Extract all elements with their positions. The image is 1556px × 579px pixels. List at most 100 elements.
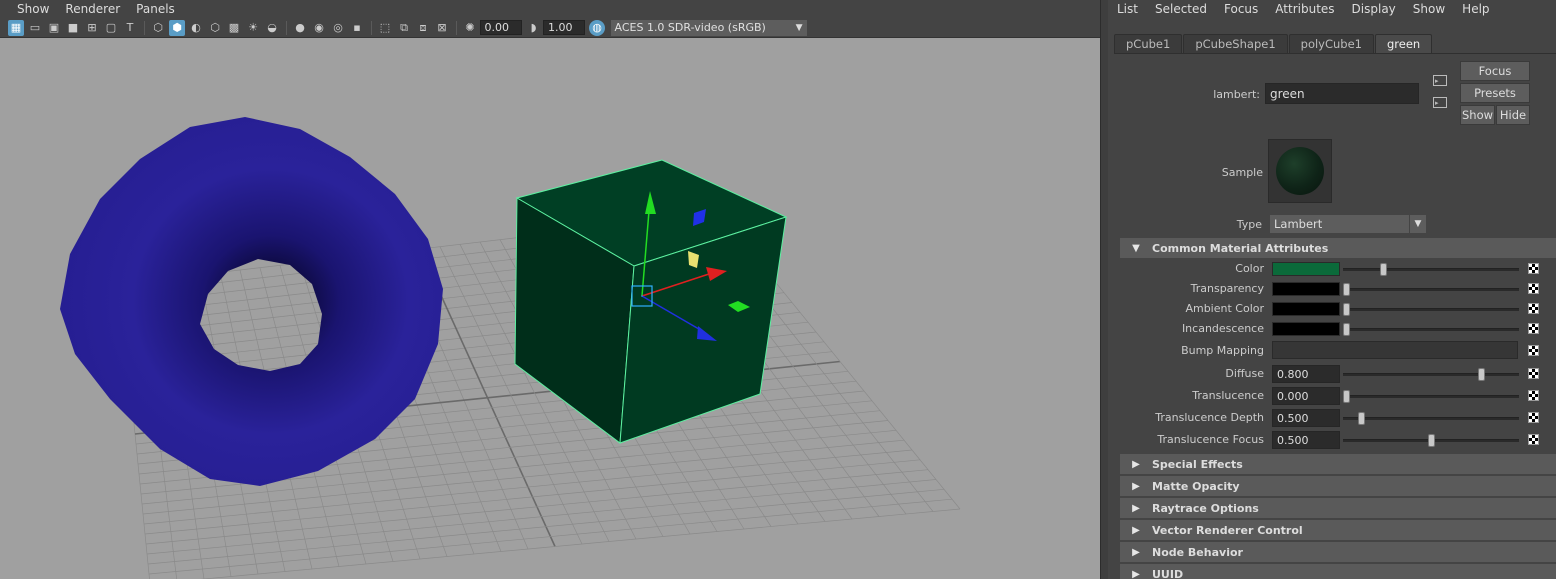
tab-green[interactable]: green: [1375, 34, 1433, 53]
map-texture-button[interactable]: [1528, 368, 1539, 379]
gamma-field[interactable]: 1.00: [543, 20, 585, 35]
slider-handle[interactable]: [1380, 263, 1388, 276]
slider-track[interactable]: [1343, 288, 1519, 291]
map-texture-button[interactable]: [1528, 345, 1539, 356]
depth-of-field-icon[interactable]: ▪: [349, 20, 365, 36]
resolution-gate-icon[interactable]: ▣: [46, 20, 62, 36]
map-texture-button[interactable]: [1528, 434, 1539, 445]
section-node-behavior[interactable]: ▶ Node Behavior: [1120, 542, 1556, 562]
toolbar-separator: [285, 20, 287, 35]
tab-pcube1[interactable]: pCube1: [1114, 34, 1183, 53]
show-button[interactable]: Show: [1460, 105, 1495, 125]
field-chart-icon[interactable]: ⊞: [84, 20, 100, 36]
3d-viewport-scene[interactable]: [0, 39, 1100, 579]
bump-map-field[interactable]: [1272, 341, 1518, 359]
tab-polycube1[interactable]: polyCube1: [1288, 34, 1374, 53]
ambient-occlusion-icon[interactable]: ●: [292, 20, 308, 36]
slider-handle[interactable]: [1427, 434, 1435, 447]
attr-row-transparency: Transparency: [1120, 279, 1556, 299]
color-swatch[interactable]: [1272, 282, 1340, 296]
material-type-dropdown[interactable]: Lambert ▼: [1270, 215, 1426, 233]
tab-pcubeshape1[interactable]: pCubeShape1: [1183, 34, 1288, 53]
smooth-shade-icon[interactable]: ⬢: [169, 19, 185, 36]
view-transform-dropdown[interactable]: ACES 1.0 SDR-video (sRGB) ▼: [610, 19, 807, 36]
wireframe-on-shaded-icon[interactable]: ⬡: [207, 20, 223, 36]
grid-icon[interactable]: ▦: [8, 19, 24, 36]
shadows-icon[interactable]: ◒: [264, 20, 280, 36]
map-texture-button[interactable]: [1528, 283, 1539, 294]
slider-handle[interactable]: [1343, 283, 1350, 296]
slider-track[interactable]: [1343, 373, 1519, 376]
section-raytrace-options[interactable]: ▶ Raytrace Options: [1120, 498, 1556, 518]
attr-label: Translucence Depth: [1155, 411, 1264, 424]
menu-show[interactable]: Show: [17, 2, 49, 16]
color-swatch[interactable]: [1272, 262, 1340, 276]
menu-focus[interactable]: Focus: [1224, 2, 1258, 16]
panel-splitter[interactable]: [1100, 0, 1108, 579]
value-field[interactable]: 0.800: [1272, 365, 1340, 383]
menu-help[interactable]: Help: [1462, 2, 1489, 16]
slider-track[interactable]: [1343, 268, 1519, 271]
lighting-icon[interactable]: ☀: [245, 20, 261, 36]
menu-list[interactable]: List: [1117, 2, 1138, 16]
section-common-material-attributes[interactable]: ▼ Common Material Attributes: [1120, 238, 1556, 258]
color-swatch[interactable]: [1272, 302, 1340, 316]
section-uuid[interactable]: ▶ UUID: [1120, 564, 1556, 579]
color-management-icon[interactable]: ◍: [589, 19, 605, 36]
map-texture-button[interactable]: [1528, 323, 1539, 334]
section-special-effects[interactable]: ▶ Special Effects: [1120, 454, 1556, 474]
value-field[interactable]: 0.000: [1272, 387, 1340, 405]
slider-track[interactable]: [1343, 395, 1519, 398]
slider-handle[interactable]: [1343, 323, 1350, 336]
antialiasing-icon[interactable]: ◎: [330, 20, 346, 36]
map-texture-button[interactable]: [1528, 390, 1539, 401]
xray-joints-icon[interactable]: ⧈: [415, 20, 431, 36]
slider-handle[interactable]: [1358, 412, 1366, 425]
menu-panels[interactable]: Panels: [136, 2, 175, 16]
section-vector-renderer-control[interactable]: ▶ Vector Renderer Control: [1120, 520, 1556, 540]
slider-track[interactable]: [1343, 417, 1519, 420]
value-field[interactable]: 0.500: [1272, 431, 1340, 449]
value-field[interactable]: 0.500: [1272, 409, 1340, 427]
safe-title-icon[interactable]: T: [122, 20, 138, 36]
isolate-select-icon[interactable]: ⬚: [377, 20, 393, 36]
torus-object[interactable]: [60, 117, 443, 486]
motion-blur-icon[interactable]: ◉: [311, 20, 327, 36]
xray-components-icon[interactable]: ⊠: [434, 20, 450, 36]
textured-icon[interactable]: ▩: [226, 20, 242, 36]
map-texture-button[interactable]: [1528, 412, 1539, 423]
menu-attributes[interactable]: Attributes: [1275, 2, 1334, 16]
menu-renderer[interactable]: Renderer: [65, 2, 120, 16]
slider-handle[interactable]: [1478, 368, 1486, 381]
menu-selected[interactable]: Selected: [1155, 2, 1207, 16]
menu-display[interactable]: Display: [1352, 2, 1396, 16]
viewport-menubar: Show Renderer Panels: [0, 0, 1100, 18]
output-connection-icon[interactable]: ▸: [1433, 97, 1447, 108]
exposure-icon[interactable]: ✺: [462, 20, 478, 36]
hide-button[interactable]: Hide: [1496, 105, 1530, 125]
map-texture-button[interactable]: [1528, 303, 1539, 314]
slider-handle[interactable]: [1343, 303, 1350, 316]
material-name-field[interactable]: green: [1265, 83, 1419, 104]
wireframe-icon[interactable]: ⬡: [150, 20, 166, 36]
safe-action-icon[interactable]: ▢: [103, 20, 119, 36]
view-transform-label: ACES 1.0 SDR-video (sRGB): [614, 21, 766, 34]
xray-icon[interactable]: ⧉: [396, 20, 412, 36]
focus-button[interactable]: Focus: [1460, 61, 1530, 81]
color-swatch[interactable]: [1272, 322, 1340, 336]
section-matte-opacity[interactable]: ▶ Matte Opacity: [1120, 476, 1556, 496]
film-gate-icon[interactable]: ▭: [27, 20, 43, 36]
slider-track[interactable]: [1343, 328, 1519, 331]
slider-track[interactable]: [1343, 308, 1519, 311]
map-texture-button[interactable]: [1528, 263, 1539, 274]
exposure-field[interactable]: 0.00: [479, 20, 522, 35]
slider-handle[interactable]: [1343, 390, 1350, 403]
input-connection-icon[interactable]: ▸: [1433, 75, 1447, 86]
presets-button[interactable]: Presets: [1460, 83, 1530, 103]
gamma-icon[interactable]: ◗: [526, 20, 542, 36]
menu-show[interactable]: Show: [1413, 2, 1445, 16]
viewport-panel[interactable]: Show Renderer Panels ▦ ▭ ▣ ■ ⊞ ▢ T ⬡ ⬢ ◐…: [0, 0, 1100, 579]
gate-mask-icon[interactable]: ■: [65, 20, 81, 36]
default-material-icon[interactable]: ◐: [188, 20, 204, 36]
attribute-editor-menubar: List Selected Focus Attributes Display S…: [1108, 0, 1556, 18]
